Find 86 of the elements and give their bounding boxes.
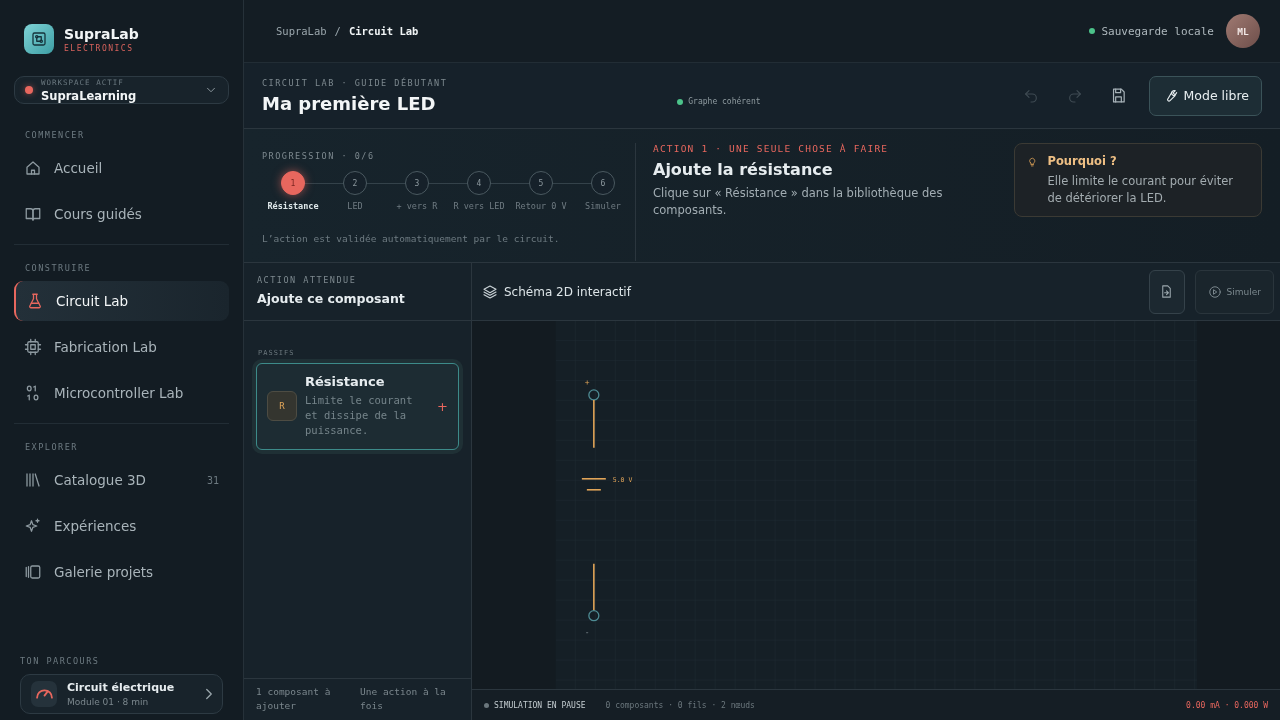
export-button[interactable] [1148, 269, 1185, 314]
action-eyebrow: ACTION 1 · UNE SEULE CHOSE À FAIRE [653, 143, 890, 154]
brand-tagline: ELECTRONICS [64, 43, 135, 53]
workspace-name: SupraLearning [41, 88, 138, 103]
panel-eyebrow: ACTION ATTENDUE [257, 275, 358, 285]
breadcrumb-item[interactable]: Circuit Lab [348, 25, 419, 37]
step-label: R vers LED [453, 201, 505, 211]
section-label: COMMENCER [24, 130, 86, 140]
hint-title: Pourquoi ? [1047, 154, 1118, 168]
step-marker[interactable]: 3 [405, 171, 429, 195]
breadcrumb-separator: / [334, 25, 341, 37]
component-name: Résistance [305, 374, 386, 389]
section-label: EXPLORER [24, 442, 79, 452]
gallery-icon [24, 563, 42, 581]
binary-icon [24, 384, 42, 402]
save-icon [1110, 87, 1128, 104]
graph-status: Graphe cohérent [688, 97, 761, 106]
layers-icon [482, 283, 498, 300]
nav-item[interactable]: Fabrication Lab [14, 327, 229, 367]
canvas-title: Schéma 2D interactif [504, 284, 631, 299]
breadcrumb-item[interactable]: SupraLab [276, 25, 327, 37]
section-label: TON PARCOURS [19, 656, 101, 668]
hint-text: Elle limite le courant pour éviter de détériorer la LED. [1047, 173, 1235, 207]
simulation-status: SIMULATION EN PAUSE [494, 700, 586, 710]
chip-icon [24, 338, 42, 356]
panel-title: Ajoute ce composant [257, 291, 406, 306]
circuit-readings: 0.00 mA · 0.000 W [1186, 700, 1268, 710]
course-title: Circuit électrique [67, 681, 176, 694]
nav-item[interactable]: Galerie projets [14, 552, 229, 592]
component-description: Limite le courant et dissipe de la puissance. [305, 393, 414, 439]
step-marker[interactable]: 2 [343, 171, 367, 195]
status-dot [1089, 28, 1096, 34]
books-icon [24, 471, 42, 489]
add-icon: + [433, 398, 448, 414]
save-status: Sauvegarde locale [1101, 24, 1214, 38]
action-description: Clique sur « Résistance » dans la bibliothèque des composants. [653, 185, 944, 220]
undo-icon [1022, 87, 1039, 104]
home-icon [24, 159, 42, 177]
section-label: CONSTRUIRE [24, 263, 93, 273]
step-label: Retour 0 V [515, 201, 567, 211]
step-label: LED [347, 201, 363, 211]
progress-note: L’action est validée automatiquement par le circuit. [262, 233, 561, 244]
progress-label: PROGRESSION · 0/6 [262, 151, 376, 161]
nav-item[interactable]: Catalogue 3D 31 [14, 460, 229, 500]
component-symbol: R [267, 391, 297, 422]
play-icon [1207, 284, 1222, 299]
status-dot [677, 98, 684, 105]
brand-name: SupraLab [64, 25, 139, 42]
status-dot [484, 702, 489, 708]
mode-button[interactable]: Mode libre [1148, 75, 1262, 116]
step-marker[interactable]: 4 [467, 171, 491, 195]
step-label: Simuler [585, 201, 621, 211]
page-eyebrow: CIRCUIT LAB · GUIDE DÉBUTANT [262, 77, 448, 88]
user-avatar[interactable]: ML [1226, 14, 1260, 48]
count-label: 31 [206, 474, 219, 486]
step-label: + vers R [396, 201, 438, 211]
circuit-counts: 0 composants · 0 fils · 2 nœuds [605, 700, 755, 710]
sparkle-icon [24, 517, 42, 535]
flask-icon [26, 292, 44, 310]
terminal[interactable] [588, 389, 600, 401]
polarity-label: + [584, 377, 590, 387]
battery-symbol[interactable] [581, 478, 607, 491]
course-subtitle: Module 01 · 8 min [67, 697, 150, 707]
footer-note: Une action à la fois [360, 685, 447, 713]
circuit-icon [30, 30, 48, 48]
nav-item[interactable]: Accueil [14, 148, 229, 188]
redo-icon [1066, 87, 1083, 104]
terminal[interactable] [588, 610, 600, 622]
book-icon [24, 205, 42, 223]
step-marker[interactable]: 5 [529, 171, 553, 195]
footer-note: 1 composant à ajouter [256, 685, 332, 713]
nav-item[interactable]: Cours guidés [14, 194, 229, 234]
polarity-label: - [584, 627, 590, 637]
nav-item[interactable]: Circuit Lab [14, 281, 229, 321]
chevron-right-icon [206, 688, 212, 700]
status-dot [25, 86, 33, 94]
wire [593, 562, 595, 612]
action-title: Ajoute la résistance [653, 160, 834, 179]
nav-item[interactable]: Expériences [14, 506, 229, 546]
wire [593, 399, 595, 449]
step-label: Résistance [267, 201, 319, 211]
course-card[interactable]: Circuit électrique Module 01 · 8 min [20, 674, 223, 714]
gauge-drawing [35, 689, 53, 699]
nav-item[interactable]: Microcontroller Lab [14, 373, 229, 413]
step-marker[interactable]: 6 [591, 171, 615, 195]
page-title: Ma première LED [262, 92, 437, 114]
